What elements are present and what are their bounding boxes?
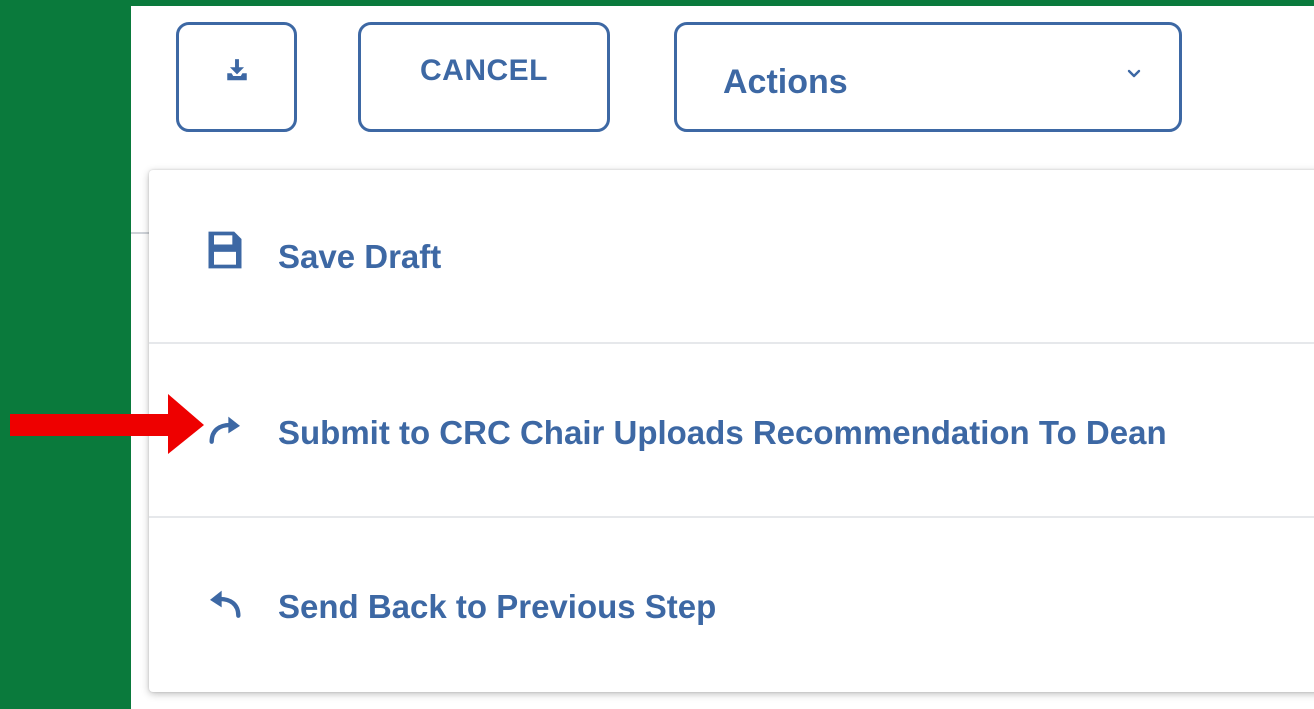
red-arrow-icon — [10, 394, 204, 454]
actions-dropdown-menu: Save Draft Submit to CRC Chair Uploads R… — [149, 170, 1314, 692]
menu-item-label: Save Draft — [278, 238, 442, 275]
menu-item-label: Send Back to Previous Step — [278, 588, 717, 625]
cancel-button[interactable]: CANCEL — [358, 22, 610, 132]
download-button[interactable] — [176, 22, 297, 132]
cancel-button-label: CANCEL — [420, 54, 548, 87]
actions-select-value: Actions — [723, 63, 848, 101]
save-icon — [201, 226, 249, 274]
download-icon — [226, 59, 247, 81]
redo-icon — [201, 406, 249, 454]
menu-item-label: Submit to CRC Chair Uploads Recommendati… — [278, 414, 1167, 451]
undo-icon — [201, 580, 249, 628]
actions-select[interactable]: Actions — [674, 22, 1182, 132]
chevron-down-icon — [1127, 69, 1141, 78]
